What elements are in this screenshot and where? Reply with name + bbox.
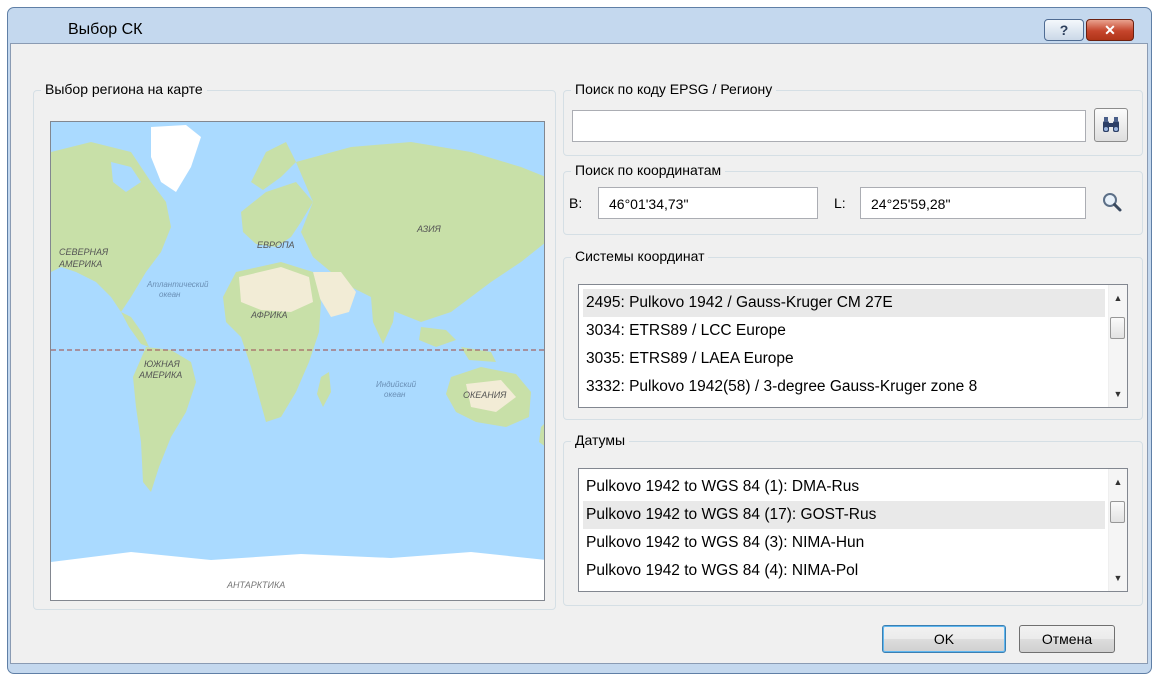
map-label-asia: АЗИЯ bbox=[416, 224, 442, 234]
epsg-search-title: Поиск по коду EPSG / Региону bbox=[571, 80, 777, 98]
crs-list-item[interactable]: 3332: Pulkovo 1942(58) / 3-degree Gauss-… bbox=[583, 373, 1105, 401]
map-label-atlantic: Атлантический bbox=[146, 280, 209, 289]
map-label-north-america-2: АМЕРИКА bbox=[58, 259, 102, 269]
epsg-search-button[interactable] bbox=[1094, 108, 1128, 142]
crs-list-item[interactable]: 3034: ETRS89 / LCC Europe bbox=[583, 317, 1105, 345]
scroll-up-icon[interactable]: ▲ bbox=[1109, 473, 1127, 491]
crs-group: Системы координат 2495: Pulkovo 1942 / G… bbox=[563, 247, 1143, 420]
crs-list-item[interactable]: 2495: Pulkovo 1942 / Gauss-Kruger CM 27E bbox=[583, 289, 1105, 317]
dialog-client-area: Выбор региона на карте СЕВЕРНАЯ АМЕРИКА … bbox=[10, 43, 1148, 664]
latitude-input[interactable]: 46°01'34,73" bbox=[598, 187, 818, 219]
ok-button[interactable]: OK bbox=[882, 625, 1006, 653]
datum-list-item[interactable]: Pulkovo 1942 to WGS 84 (4): NIMA-Pol bbox=[583, 557, 1105, 585]
map-label-indian-2: океан bbox=[384, 390, 406, 399]
longitude-input[interactable]: 24°25'59,28" bbox=[860, 187, 1086, 219]
map-label-south-america: ЮЖНАЯ bbox=[144, 359, 181, 369]
window-title: Выбор СК bbox=[68, 21, 143, 38]
datum-list[interactable]: Pulkovo 1942 to WGS 84 (1): DMA-Rus Pulk… bbox=[578, 468, 1128, 592]
datum-scroll-thumb[interactable] bbox=[1110, 501, 1125, 523]
longitude-label: L: bbox=[834, 195, 846, 211]
magnifier-icon bbox=[1103, 193, 1122, 212]
close-button[interactable]: ✕ bbox=[1086, 19, 1134, 41]
world-map-graphic[interactable]: СЕВЕРНАЯ АМЕРИКА ЕВРОПА АЗИЯ Атлантическ… bbox=[51, 122, 545, 601]
crs-scrollbar[interactable]: ▲ ▼ bbox=[1108, 285, 1127, 407]
map-group: Выбор региона на карте СЕВЕРНАЯ АМЕРИКА … bbox=[33, 80, 556, 610]
map-label-indian: Индийский bbox=[376, 380, 417, 389]
help-button[interactable]: ? bbox=[1044, 19, 1084, 41]
scroll-up-icon[interactable]: ▲ bbox=[1109, 289, 1127, 307]
scroll-down-icon[interactable]: ▼ bbox=[1109, 385, 1127, 403]
datum-list-item[interactable]: Pulkovo 1942 to WGS 84 (3): NIMA-Hun bbox=[583, 529, 1105, 557]
map-group-title: Выбор региона на карте bbox=[41, 80, 207, 98]
crs-group-title: Системы координат bbox=[571, 247, 709, 265]
datum-list-item[interactable]: Pulkovo 1942 to WGS 84 (17): GOST-Rus bbox=[583, 501, 1105, 529]
crs-list-item[interactable]: 3035: ETRS89 / LAEA Europe bbox=[583, 345, 1105, 373]
map-label-south-america-2: АМЕРИКА bbox=[138, 370, 182, 380]
coords-search-button[interactable] bbox=[1098, 188, 1126, 216]
scroll-down-icon[interactable]: ▼ bbox=[1109, 569, 1127, 587]
datum-list-item[interactable]: Pulkovo 1942 to WGS 84 (1): DMA-Rus bbox=[583, 473, 1105, 501]
map-label-antarctica: АНТАРКТИКА bbox=[226, 580, 285, 590]
crs-scroll-thumb[interactable] bbox=[1110, 317, 1125, 339]
map-label-north-america: СЕВЕРНАЯ bbox=[59, 247, 109, 257]
coords-search-group: Поиск по координатам B: 46°01'34,73" L: … bbox=[563, 161, 1143, 235]
map-label-africa: АФРИКА bbox=[250, 310, 288, 320]
latitude-label: B: bbox=[569, 195, 583, 211]
map-label-europe: ЕВРОПА bbox=[257, 240, 295, 250]
world-map[interactable]: СЕВЕРНАЯ АМЕРИКА ЕВРОПА АЗИЯ Атлантическ… bbox=[50, 121, 545, 601]
coords-search-title: Поиск по координатам bbox=[571, 161, 726, 179]
datum-group-title: Датумы bbox=[571, 431, 630, 449]
map-label-atlantic-2: океан bbox=[159, 290, 181, 299]
cancel-button[interactable]: Отмена bbox=[1019, 625, 1115, 653]
map-label-oceania: ОКЕАНИЯ bbox=[463, 390, 507, 400]
epsg-search-group: Поиск по коду EPSG / Региону bbox=[563, 80, 1143, 156]
binoculars-icon bbox=[1103, 117, 1119, 132]
datum-scrollbar[interactable]: ▲ ▼ bbox=[1108, 469, 1127, 591]
epsg-search-input[interactable] bbox=[572, 110, 1086, 142]
datum-group: Датумы Pulkovo 1942 to WGS 84 (1): DMA-R… bbox=[563, 431, 1143, 606]
crs-list[interactable]: 2495: Pulkovo 1942 / Gauss-Kruger CM 27E… bbox=[578, 284, 1128, 408]
